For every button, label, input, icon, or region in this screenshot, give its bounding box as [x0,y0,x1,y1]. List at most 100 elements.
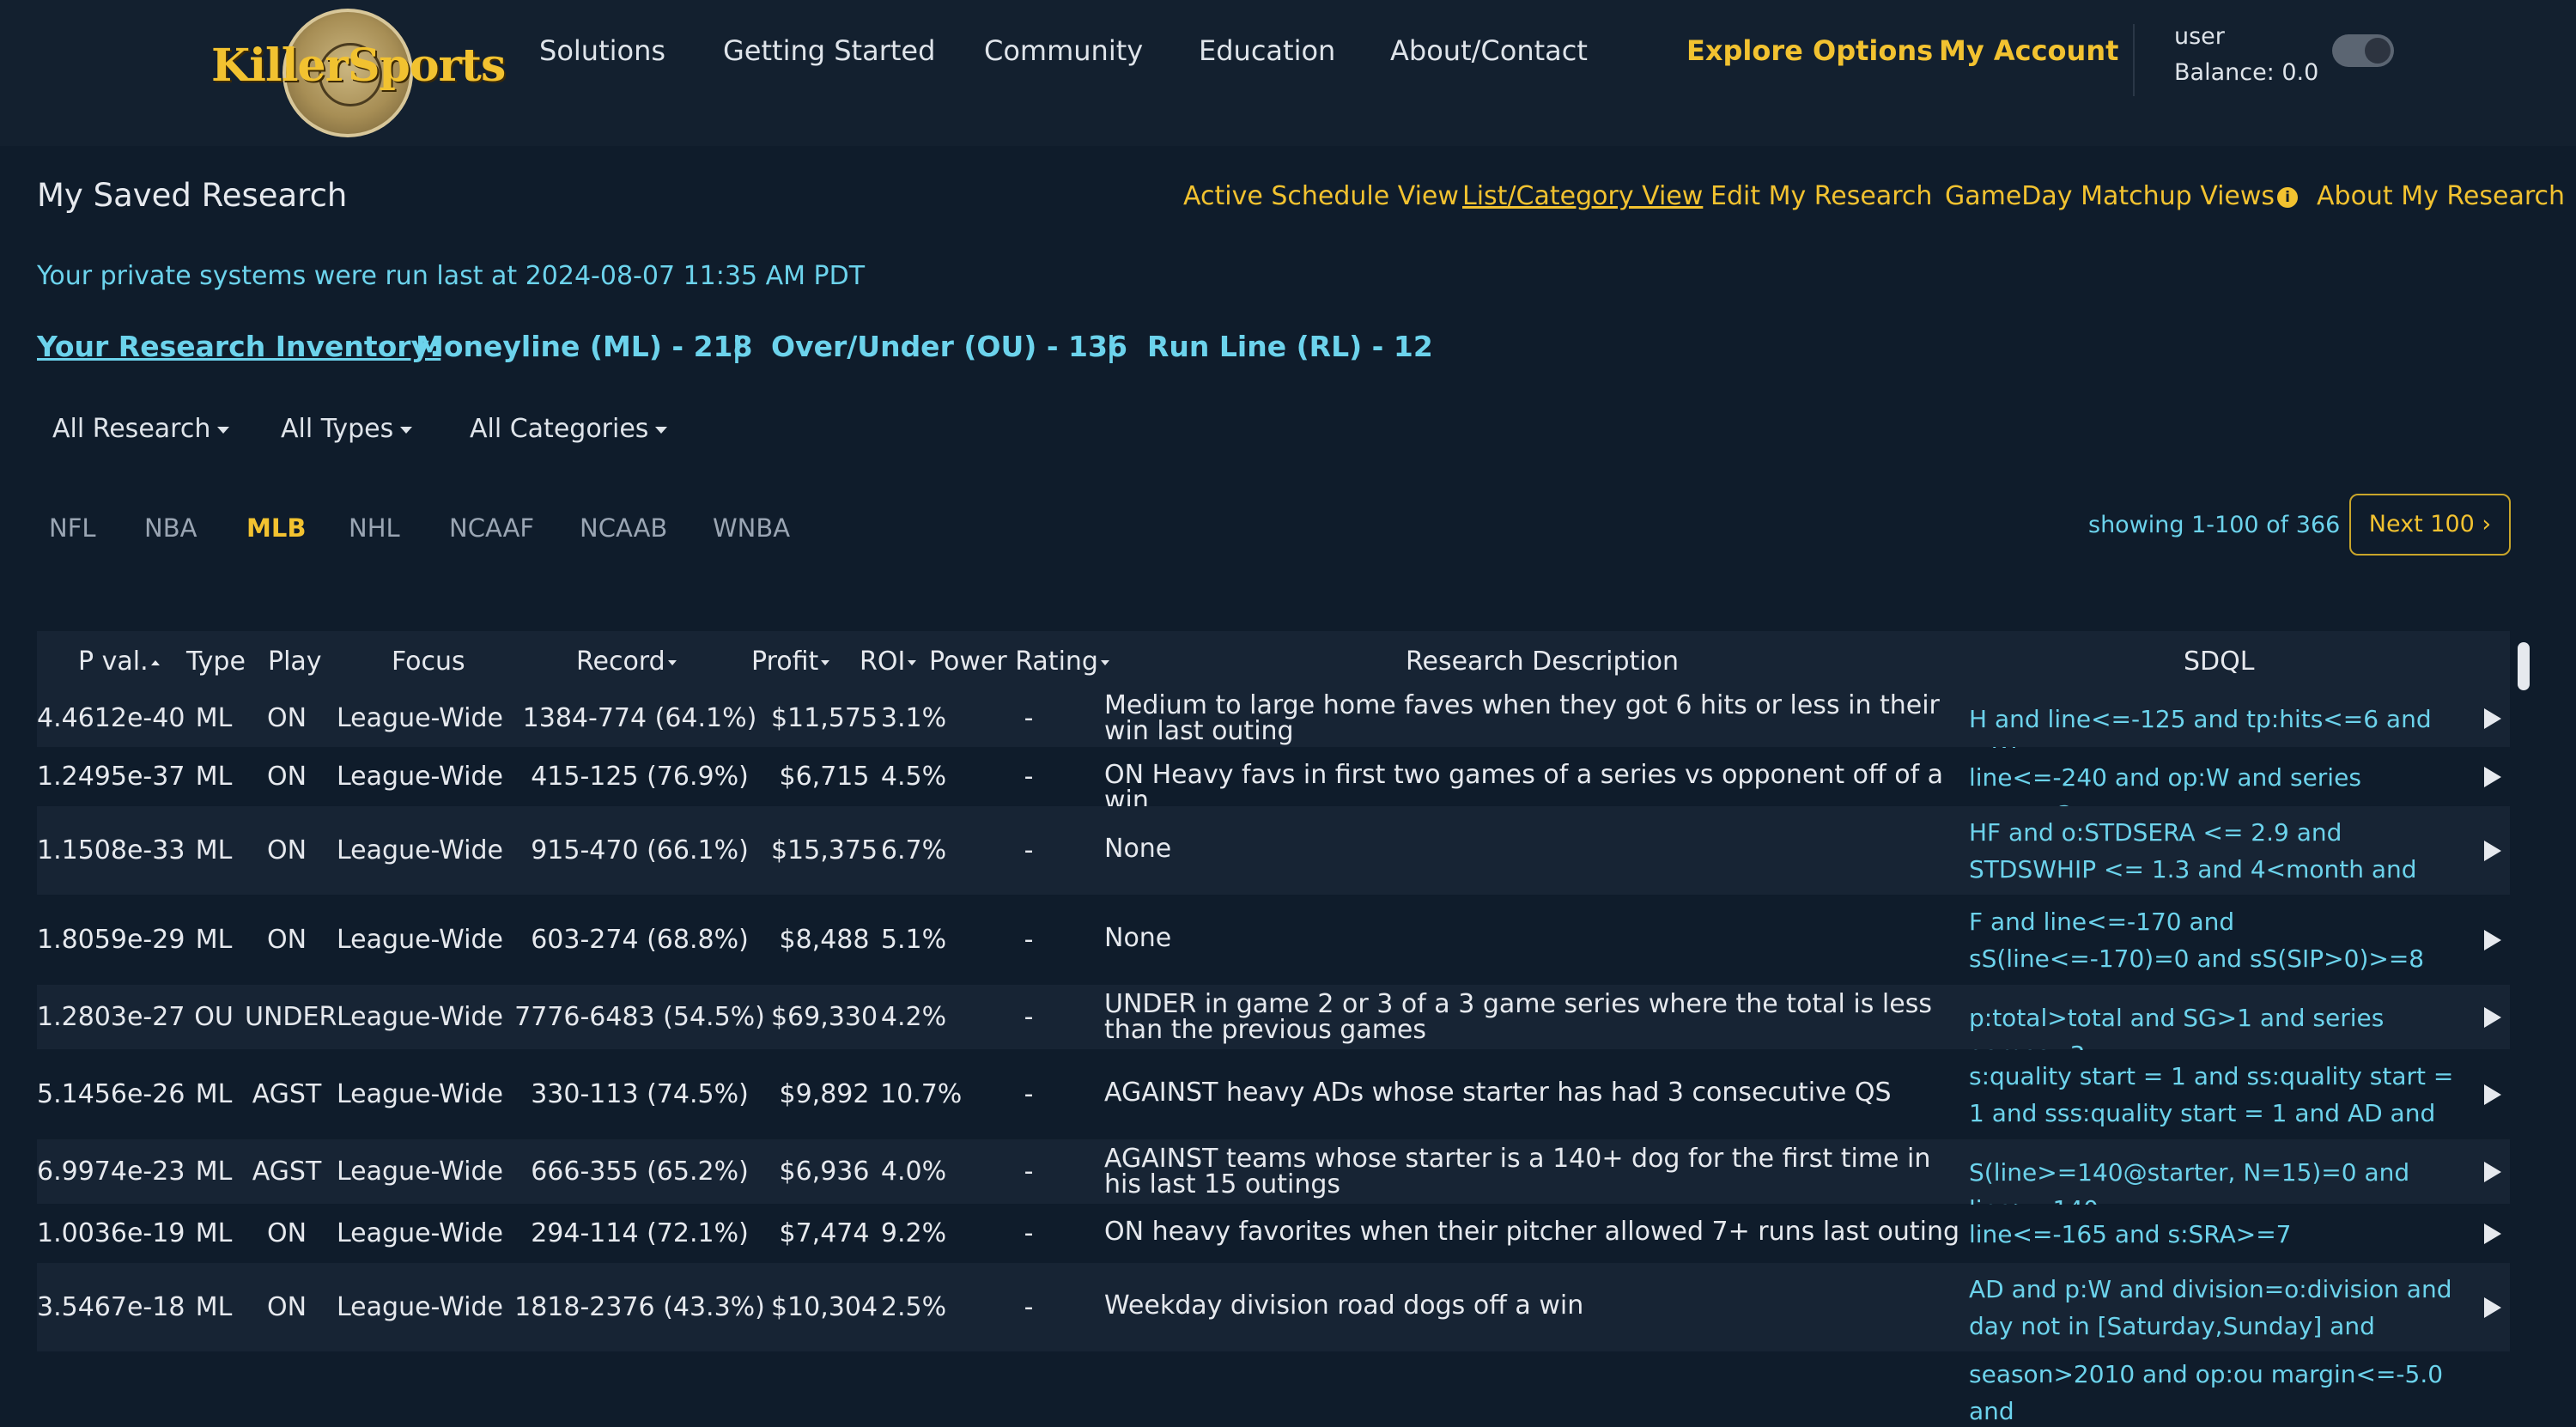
table-row[interactable]: 1.8059e-29 ML ON League-Wide 603-274 (68.8%)… [37,896,2510,985]
cell-roi: 10.7% [880,1079,963,1109]
tab-mlb[interactable]: MLB [246,513,306,543]
expand-row-icon[interactable] [2484,1084,2501,1105]
about-my-research-link[interactable]: About My Research [2317,181,2565,211]
nav-getting-started[interactable]: Getting Started [723,34,935,67]
cell-power: - [1024,1218,1034,1248]
nav-community[interactable]: Community [984,34,1143,67]
cell-roi: 9.2% [880,1218,947,1248]
col-pval[interactable]: P val. [78,647,160,677]
col-record[interactable]: Record [576,647,677,677]
edit-my-research-link[interactable]: Edit My Research [1710,181,1932,211]
cell-pval: 3.5467e-18 [37,1292,185,1322]
toggle-knob [2365,38,2391,64]
expand-row-icon[interactable] [2484,1224,2501,1244]
inventory-run-line[interactable]: Run Line (RL) - 12 [1147,330,1433,363]
inventory-separator: | [1106,330,1117,363]
table-row[interactable]: 6.9974e-23 ML AGST League-Wide 666-355 (65.2… [37,1139,2510,1224]
cell-focus: League-Wide [337,1292,503,1322]
cell-research-description: None [1104,834,1172,864]
expand-row-icon[interactable] [2484,1007,2501,1028]
expand-row-icon[interactable] [2484,930,2501,950]
cell-roi: 6.7% [880,835,947,865]
cell-profit: $15,375 [770,835,878,865]
table-body: 4.4612e-40 ML ON League-Wide 1384-774 (64.1%… [37,689,2510,1425]
cell-roi: 4.5% [880,762,947,792]
list-category-view-link[interactable]: List/Category View [1462,181,1703,211]
tab-ncaab[interactable]: NCAAB [580,513,667,543]
cell-play: ON [266,762,307,792]
col-type[interactable]: Type [186,647,246,677]
nav-solutions[interactable]: Solutions [539,34,665,67]
cell-pval: 1.0036e-19 [37,1218,185,1248]
table-scrollbar[interactable] [2518,642,2530,690]
col-play[interactable]: Play [268,647,322,677]
expand-row-icon[interactable] [2484,1162,2501,1182]
cell-play: ON [266,925,307,955]
killersports-logo[interactable]: KillerSports [211,9,506,137]
cell-profit: $7,474 [779,1218,870,1248]
theme-toggle[interactable] [2332,34,2394,67]
col-focus[interactable]: Focus [392,647,465,677]
pagination-status: showing 1-100 of 366 [2088,512,2341,538]
table-row[interactable]: 1.0036e-19 ML ON League-Wide 294-114 (72.1%)… [37,1205,2510,1263]
cell-record: 1384-774 (64.1%) [522,703,757,733]
table-row[interactable]: 1.1508e-33 ML ON League-Wide 915-470 (66.1%)… [37,806,2510,920]
col-profit[interactable]: Profit [751,647,830,677]
cell-sdql[interactable]: line<=-165 and s:SRA>=7 [1969,1216,2458,1253]
tab-nba[interactable]: NBA [144,513,197,543]
research-inventory-link[interactable]: Your Research Inventory: [37,330,440,363]
active-schedule-view-link[interactable]: Active Schedule View [1183,181,1459,211]
col-power-rating[interactable]: Power Rating [929,647,1109,677]
logo-wordmark: KillerSports [211,39,506,92]
cell-pval: 4.4612e-40 [37,703,185,733]
cell-record: 294-114 (72.1%) [531,1218,749,1248]
cell-play: ON [266,835,307,865]
cell-sdql[interactable]: season>2010 and op:ou margin<=-5.0 and [1969,1356,2458,1427]
all-types-dropdown[interactable]: All Types [281,414,413,444]
col-roi[interactable]: ROI [860,647,917,677]
tab-nhl[interactable]: NHL [349,513,400,543]
cell-sdql[interactable]: F and line<=-170 and sS(line<=-170)=0 an… [1969,903,2458,977]
table-row[interactable]: 4.4612e-40 ML ON League-Wide 1384-774 (64.1%… [37,689,2510,770]
cell-roi: 3.1% [880,703,947,733]
nav-education[interactable]: Education [1199,34,1335,67]
table-row[interactable]: 5.1456e-26 ML AGST League-Wide 330-113 (74.5… [37,1050,2510,1164]
top-navbar: KillerSports Solutions Getting Started C… [0,0,2576,146]
cell-focus: League-Wide [337,925,503,955]
cell-type: ML [195,1218,233,1248]
cell-research-description: Medium to large home faves when they got… [1104,690,1940,746]
next-page-button[interactable]: Next 100 › [2349,494,2511,556]
cell-focus: League-Wide [337,1079,503,1109]
tab-ncaaf[interactable]: NCAAF [449,513,534,543]
cell-focus: League-Wide [337,835,503,865]
cell-power: - [1024,703,1034,733]
info-icon[interactable]: i [2277,187,2298,208]
sort-icon [667,659,677,665]
expand-row-icon[interactable] [2484,708,2501,729]
cell-focus: League-Wide [337,703,503,733]
inventory-over-under[interactable]: Over/Under (OU) - 136 [771,330,1127,363]
expand-row-icon[interactable] [2484,841,2501,861]
table-row[interactable]: 1.2495e-37 ML ON League-Wide 415-125 (76.9%)… [37,748,2510,829]
sort-icon [821,659,830,665]
cell-play: AGST [252,1157,322,1187]
nav-about-contact[interactable]: About/Contact [1390,34,1588,67]
nav-explore-options[interactable]: Explore Options [1686,34,1933,67]
tab-wnba[interactable]: WNBA [713,513,790,543]
sort-asc-icon [150,659,160,665]
table-row[interactable]: season>2010 and op:ou margin<=-5.0 and [37,1352,2510,1425]
expand-row-icon[interactable] [2484,767,2501,787]
table-row[interactable]: 1.2803e-27 OU UNDER League-Wide 7776-6483 (5… [37,985,2510,1069]
nav-divider [2133,24,2135,96]
gameday-matchup-views-link[interactable]: GameDay Matchup Views [1945,181,2275,211]
tab-nfl[interactable]: NFL [49,513,96,543]
sort-icon [1100,659,1109,665]
chevron-down-icon [400,426,413,434]
all-categories-dropdown[interactable]: All Categories [470,414,668,444]
nav-my-account[interactable]: My Account [1939,34,2118,67]
inventory-moneyline[interactable]: Moneyline (ML) - 218 [416,330,752,363]
research-table: P val. Type Play Focus Record Profit ROI… [37,631,2510,1427]
all-research-dropdown[interactable]: All Research [52,414,230,444]
table-row[interactable]: 3.5467e-18 ML ON League-Wide 1818-2376 (43.3… [37,1263,2510,1377]
expand-row-icon[interactable] [2484,1297,2501,1318]
